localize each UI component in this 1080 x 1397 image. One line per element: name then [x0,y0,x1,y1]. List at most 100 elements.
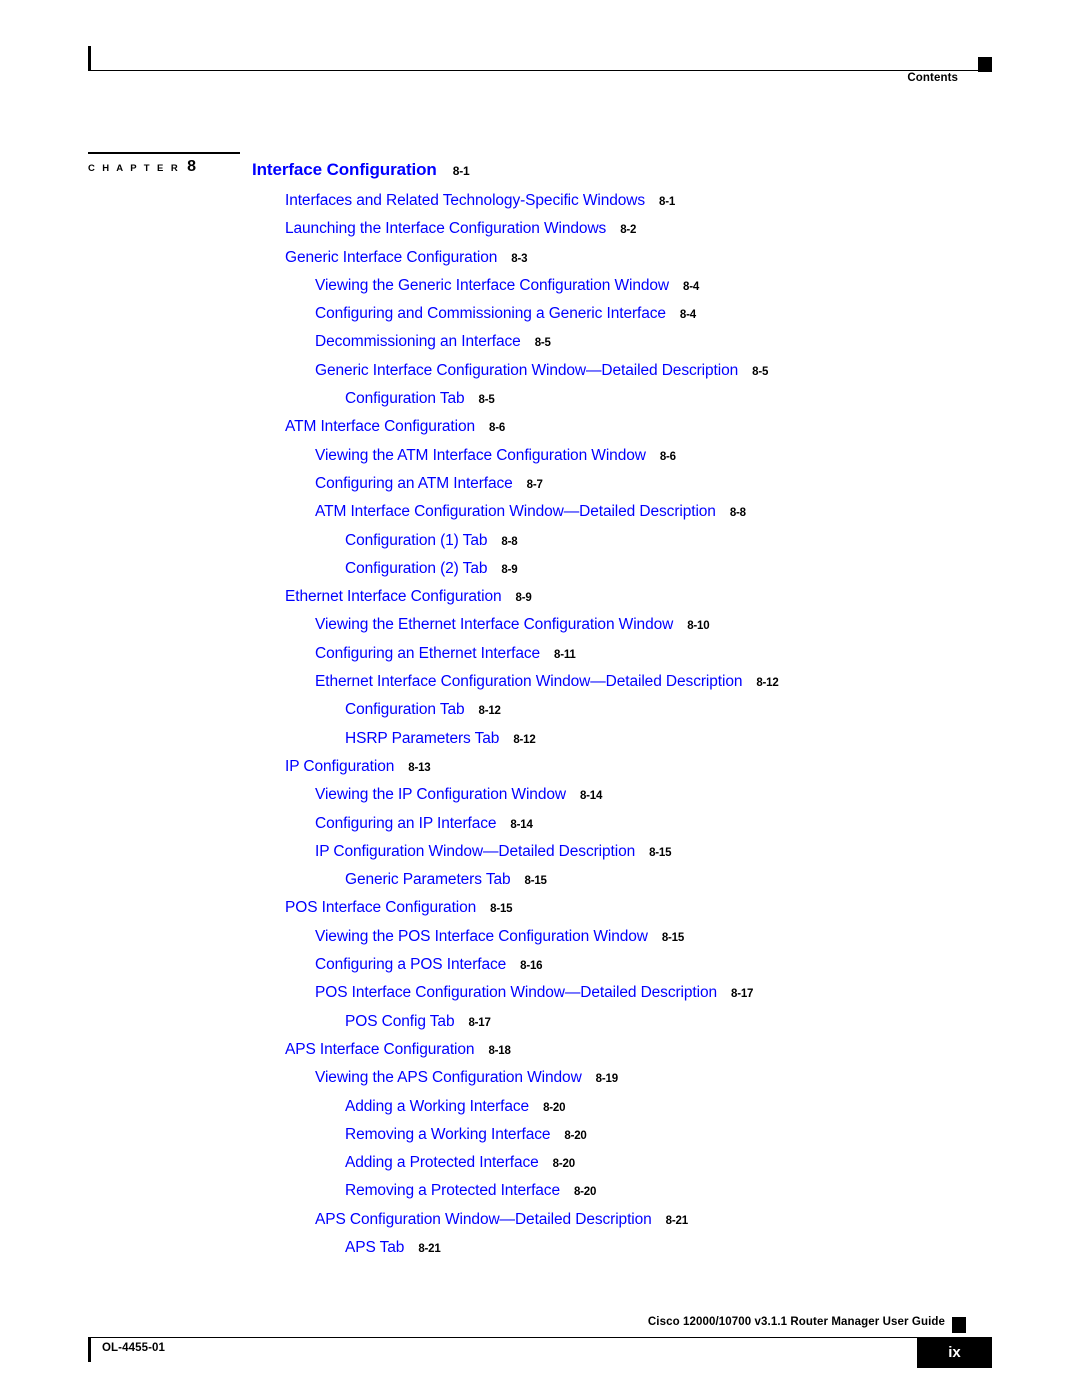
footer-document-id: OL-4455-01 [102,1342,166,1354]
footer-rule [88,1337,968,1338]
toc-entry[interactable]: Configuration (1) Tab 8-8 [0,532,1080,560]
toc-entry[interactable]: ATM Interface Configuration Window—Detai… [0,503,1080,531]
toc-entry[interactable]: APS Tab 8-21 [0,1239,1080,1267]
toc-entry[interactable]: Configuring and Commissioning a Generic … [0,305,1080,333]
toc-entry-page-number: 8-14 [510,818,533,831]
toc-entry-page-number: 8-15 [649,846,672,859]
toc-entry-title: APS Configuration Window—Detailed Descri… [315,1210,652,1228]
toc-entry[interactable]: Configuration (2) Tab 8-9 [0,560,1080,588]
toc-entry-page-number: 8-3 [511,252,528,265]
toc-entry[interactable]: Adding a Protected Interface 8-20 [0,1154,1080,1182]
toc-entry[interactable]: POS Interface Configuration 8-15 [0,899,1080,927]
toc-entry-title: Viewing the ATM Interface Configuration … [315,446,646,464]
toc-entry[interactable]: Configuring an IP Interface 8-14 [0,815,1080,843]
toc-entry[interactable]: Ethernet Interface Configuration Window—… [0,673,1080,701]
toc-entry[interactable]: Generic Interface Configuration Window—D… [0,362,1080,390]
toc-entry[interactable]: Removing a Protected Interface 8-20 [0,1182,1080,1210]
toc-entry[interactable]: POS Interface Configuration Window—Detai… [0,984,1080,1012]
toc-entry-title: Configuring an IP Interface [315,814,497,832]
running-head-label: Contents [907,72,958,84]
toc-entry-page-number: 8-4 [679,309,696,322]
toc-entry[interactable]: Viewing the ATM Interface Configuration … [0,447,1080,475]
toc-entry[interactable]: HSRP Parameters Tab 8-12 [0,730,1080,758]
toc-entry-page-number: 8-6 [659,450,676,463]
toc-entry-title: HSRP Parameters Tab [345,729,500,747]
toc-entry-page-number: 8-15 [661,931,685,944]
toc-entry[interactable]: Configuration Tab 8-12 [0,701,1080,729]
toc-entry-page-number: 8-16 [520,960,543,973]
toc-entry-title: Configuring an Ethernet Interface [315,644,541,662]
toc-entry-title: ATM Interface Configuration [285,418,475,436]
toc-entry-title: Configuration Tab [345,390,465,408]
toc-entry-title: Configuring an ATM Interface [315,474,513,492]
toc-entry[interactable]: POS Config Tab 8-17 [0,1013,1080,1041]
toc-entry[interactable]: ATM Interface Configuration 8-6 [0,418,1080,446]
toc-entry-title: Interface Configuration [252,160,437,179]
toc-entry-page-number: 8-14 [579,790,603,803]
toc-entry-page-number: 8-15 [490,903,513,916]
page-number-badge: ix [917,1337,992,1368]
toc-entry[interactable]: Launching the Interface Configuration Wi… [0,220,1080,248]
chapter-marker-rule [88,152,240,154]
toc-entry[interactable]: Configuring an ATM Interface 8-7 [0,475,1080,503]
toc-entry[interactable]: Generic Interface Configuration 8-3 [0,249,1080,277]
running-head-left-tick [88,46,91,71]
toc-entry-page-number: 8-15 [524,875,547,888]
running-head: Contents [88,46,992,86]
toc-entry-page-number: 8-7 [526,478,543,491]
toc-entry[interactable]: Viewing the APS Configuration Window 8-19 [0,1069,1080,1097]
toc-entry[interactable]: IP Configuration Window—Detailed Descrip… [0,843,1080,871]
toc-entry[interactable]: IP Configuration 8-13 [0,758,1080,786]
toc-entry-page-number: 8-12 [478,705,501,718]
toc-entry-title: Viewing the Ethernet Interface Configura… [315,616,674,634]
toc-entry-page-number: 8-1 [659,196,676,208]
toc-entry-page-number: 8-20 [573,1186,597,1199]
toc-entry-title: Removing a Working Interface [345,1125,551,1143]
toc-entry-title: Generic Interface Configuration Window—D… [315,361,739,379]
page-footer: Cisco 12000/10700 v3.1.1 Router Manager … [88,1316,992,1376]
toc-entry-title: POS Interface Configuration [285,899,477,917]
toc-entry-page-number: 8-9 [515,592,532,605]
toc-entry-page-number: 8-17 [468,1016,491,1029]
toc-entry-page-number: 8-11 [554,648,576,661]
black-square-marker-icon [978,57,992,72]
toc-entry[interactable]: Ethernet Interface Configuration 8-9 [0,588,1080,616]
toc-entry[interactable]: Generic Parameters Tab 8-15 [0,871,1080,899]
toc-entry[interactable]: APS Configuration Window—Detailed Descri… [0,1211,1080,1239]
toc-entry-title: Removing a Protected Interface [345,1182,560,1200]
toc-entry-title: Ethernet Interface Configuration Window—… [315,673,743,691]
toc-entry-page-number: 8-13 [408,761,431,774]
toc-entry-title: Generic Parameters Tab [345,871,511,889]
toc-entry-page-number: 8-1 [452,164,470,178]
toc-entry-title: POS Interface Configuration Window—Detai… [315,984,717,1002]
toc-entry[interactable]: Viewing the POS Interface Configuration … [0,928,1080,956]
toc-entry-title: Configuring and Commissioning a Generic … [315,305,666,323]
toc-entry-title: Generic Interface Configuration [285,248,498,266]
toc-entry-title: Viewing the IP Configuration Window [315,786,566,804]
toc-entry[interactable]: Decommissioning an Interface 8-5 [0,333,1080,361]
toc-entry-page-number: 8-4 [683,280,700,293]
toc-entry[interactable]: Viewing the Generic Interface Configurat… [0,277,1080,305]
toc-entry-title: Viewing the Generic Interface Configurat… [315,276,669,294]
toc-entry[interactable]: Interface Configuration 8-1 [0,160,1080,192]
toc-entry[interactable]: Interfaces and Related Technology-Specif… [0,192,1080,220]
toc-entry-title: Configuration (1) Tab [345,531,488,549]
toc-entry[interactable]: Viewing the IP Configuration Window 8-14 [0,786,1080,814]
toc-entry[interactable]: Removing a Working Interface 8-20 [0,1126,1080,1154]
toc-entry[interactable]: Configuring a POS Interface 8-16 [0,956,1080,984]
toc-entry[interactable]: Configuring an Ethernet Interface 8-11 [0,645,1080,673]
toc-entry[interactable]: APS Interface Configuration 8-18 [0,1041,1080,1069]
toc-entry-page-number: 8-10 [687,620,710,633]
toc-entry-title: IP Configuration Window—Detailed Descrip… [315,842,636,860]
toc-entry[interactable]: Viewing the Ethernet Interface Configura… [0,616,1080,644]
toc-entry[interactable]: Configuration Tab 8-5 [0,390,1080,418]
toc-entry-title: Configuring a POS Interface [315,956,507,974]
toc-entry-title: POS Config Tab [345,1012,455,1030]
toc-entry-title: ATM Interface Configuration Window—Detai… [315,503,716,521]
toc-entry-title: Interfaces and Related Technology-Specif… [285,192,646,209]
toc-entry-page-number: 8-9 [501,563,518,576]
running-head-rule [88,70,992,71]
toc-entry[interactable]: Adding a Working Interface 8-20 [0,1098,1080,1126]
toc-entry-title: IP Configuration [285,757,395,775]
toc-entry-page-number: 8-17 [731,988,754,1001]
